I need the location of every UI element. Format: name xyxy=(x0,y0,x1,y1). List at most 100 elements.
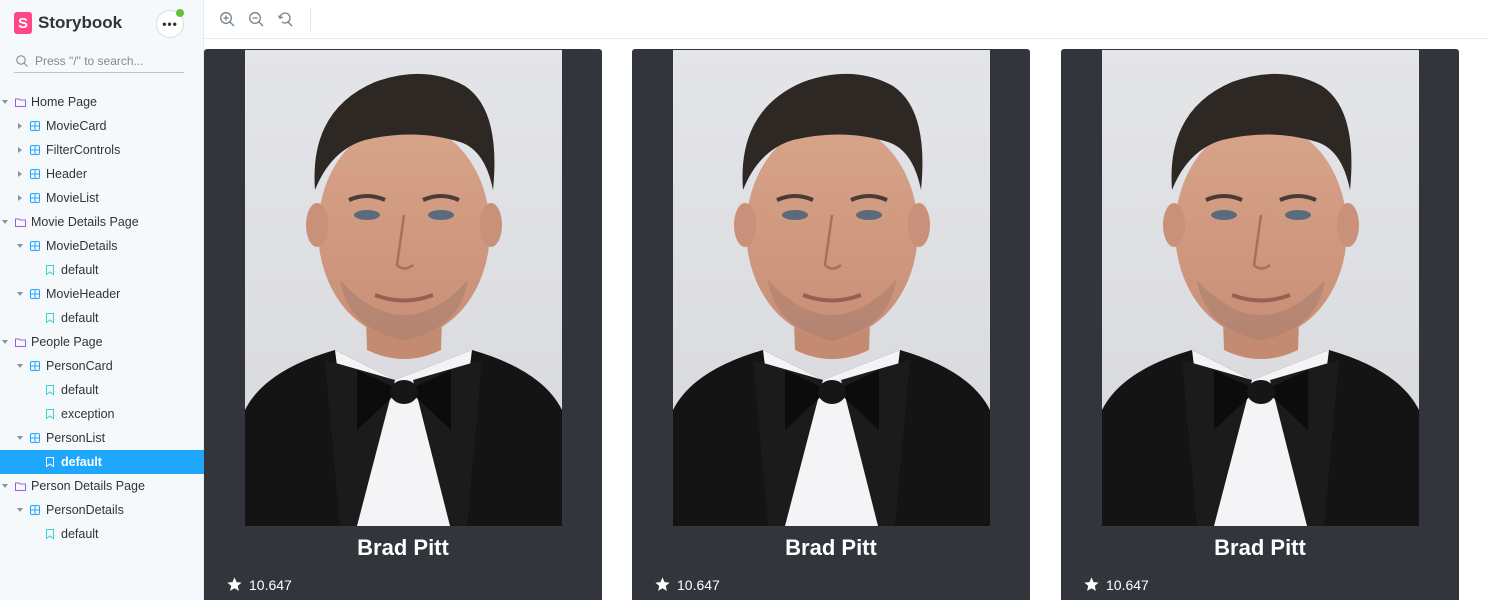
tree-component[interactable]: MovieCard xyxy=(0,114,204,138)
star-icon xyxy=(227,577,242,591)
caret-down-icon xyxy=(15,241,25,251)
tree-item-label: People Page xyxy=(31,335,103,349)
tree-item-label: default xyxy=(61,527,99,541)
tree-item-label: Person Details Page xyxy=(31,479,145,493)
caret-down-icon xyxy=(0,217,10,227)
tree-component[interactable]: PersonDetails xyxy=(0,498,204,522)
tree-item-label: Header xyxy=(46,167,87,181)
story-canvas: Brad Pitt 10.647 Brad Pitt 10.647 Brad Pitt 1… xyxy=(204,40,1488,600)
person-card[interactable]: Brad Pitt 10.647 xyxy=(1061,49,1459,600)
tree-item-label: default xyxy=(61,383,99,397)
person-card[interactable]: Brad Pitt 10.647 xyxy=(204,49,602,600)
folder-icon xyxy=(14,480,26,492)
component-icon xyxy=(29,432,41,444)
tree-component[interactable]: MovieDetails xyxy=(0,234,204,258)
tree-story[interactable]: default xyxy=(0,450,204,474)
sidebar-menu-button[interactable]: ••• xyxy=(156,9,184,38)
caret-right-icon xyxy=(15,169,25,179)
zoom-reset-icon[interactable] xyxy=(277,11,294,28)
person-rating: 10.647 xyxy=(654,576,720,593)
caret-down-icon xyxy=(0,97,10,107)
tree-component[interactable]: PersonCard xyxy=(0,354,204,378)
component-icon xyxy=(29,504,41,516)
tree-item-label: Home Page xyxy=(31,95,98,109)
folder-icon xyxy=(14,216,26,228)
tree-item-label: MovieHeader xyxy=(46,287,121,301)
star-icon xyxy=(655,577,670,591)
caret-down-icon xyxy=(15,433,25,443)
component-icon xyxy=(29,360,41,372)
tree-item-label: default xyxy=(61,263,99,277)
zoom-in-icon[interactable] xyxy=(219,11,236,28)
person-name: Brad Pitt xyxy=(785,535,877,560)
more-icon: ••• xyxy=(162,17,178,31)
search-icon xyxy=(16,55,28,67)
tree-story[interactable]: default xyxy=(0,522,204,546)
bookmark-icon xyxy=(44,408,56,420)
tree-group[interactable]: People Page xyxy=(0,330,204,354)
tree-item-label: MovieDetails xyxy=(46,239,118,253)
tree-story[interactable]: default xyxy=(0,258,204,282)
person-photo xyxy=(673,50,990,526)
tree-item-label: default xyxy=(61,311,99,325)
component-icon xyxy=(29,288,41,300)
tree-item-label: default xyxy=(61,455,102,469)
person-photo xyxy=(1102,50,1419,526)
update-notification-dot xyxy=(176,9,184,17)
folder-icon xyxy=(14,96,26,108)
person-rating: 10.647 xyxy=(226,576,292,593)
tree-item-label: PersonList xyxy=(46,431,106,445)
tree-component[interactable]: MovieHeader xyxy=(0,282,204,306)
tree-group[interactable]: Movie Details Page xyxy=(0,210,204,234)
component-icon xyxy=(29,168,41,180)
caret-down-icon xyxy=(0,481,10,491)
component-icon xyxy=(29,120,41,132)
storybook-brand[interactable]: S Storybook xyxy=(14,11,122,35)
caret-down-icon xyxy=(0,337,10,347)
tree-component[interactable]: Header xyxy=(0,162,204,186)
caret-right-icon xyxy=(15,193,25,203)
rating-value: 10.647 xyxy=(677,576,720,593)
tree-component[interactable]: MovieList xyxy=(0,186,204,210)
tree-item-label: PersonDetails xyxy=(46,503,124,517)
tree-story[interactable]: exception xyxy=(0,402,204,426)
search-field[interactable] xyxy=(14,50,184,73)
toolbar-divider xyxy=(310,8,311,31)
star-icon xyxy=(1084,577,1099,591)
rating-value: 10.647 xyxy=(249,576,292,593)
search-input[interactable] xyxy=(35,54,180,68)
sidebar: S Storybook ••• Home Page MovieCard Filter… xyxy=(0,0,204,600)
person-name: Brad Pitt xyxy=(1214,535,1306,560)
component-icon xyxy=(29,240,41,252)
caret-down-icon xyxy=(15,289,25,299)
tree-item-label: MovieList xyxy=(46,191,99,205)
caret-down-icon xyxy=(15,361,25,371)
bookmark-icon xyxy=(44,384,56,396)
bookmark-icon xyxy=(44,312,56,324)
rating-value: 10.647 xyxy=(1106,576,1149,593)
tree-item-label: PersonCard xyxy=(46,359,113,373)
component-icon xyxy=(29,192,41,204)
bookmark-icon xyxy=(44,528,56,540)
component-icon xyxy=(29,144,41,156)
canvas-toolbar xyxy=(204,0,1488,39)
zoom-out-icon[interactable] xyxy=(248,11,265,28)
caret-right-icon xyxy=(15,121,25,131)
tree-item-label: MovieCard xyxy=(46,119,107,133)
tree-item-label: exception xyxy=(61,407,115,421)
tree-component[interactable]: PersonList xyxy=(0,426,204,450)
person-name: Brad Pitt xyxy=(357,535,449,560)
tree-item-label: FilterControls xyxy=(46,143,121,157)
bookmark-icon xyxy=(44,264,56,276)
tree-group[interactable]: Home Page xyxy=(0,90,204,114)
tree-group[interactable]: Person Details Page xyxy=(0,474,204,498)
bookmark-icon xyxy=(44,456,56,468)
caret-right-icon xyxy=(15,145,25,155)
tree-story[interactable]: default xyxy=(0,306,204,330)
caret-down-icon xyxy=(15,505,25,515)
folder-icon xyxy=(14,336,26,348)
person-card[interactable]: Brad Pitt 10.647 xyxy=(632,49,1030,600)
tree-component[interactable]: FilterControls xyxy=(0,138,204,162)
storybook-logo-icon: S xyxy=(14,12,32,34)
tree-story[interactable]: default xyxy=(0,378,204,402)
